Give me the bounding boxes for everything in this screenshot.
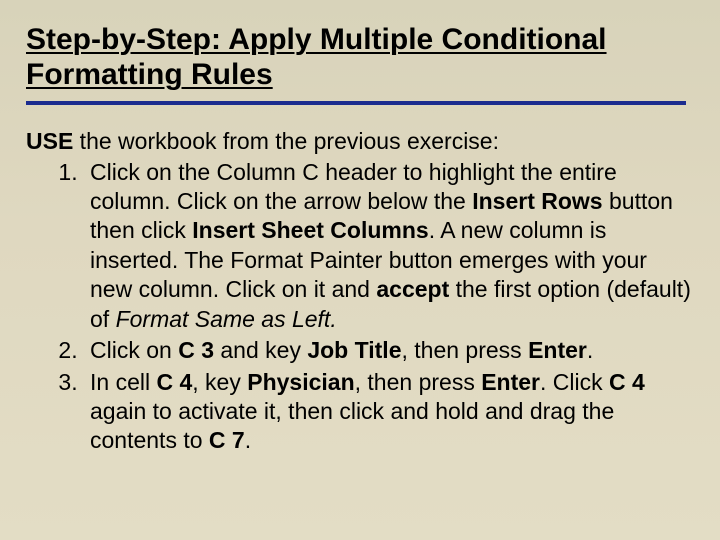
step-text: . bbox=[587, 337, 593, 363]
step-bold: C 4 bbox=[609, 369, 645, 395]
step-text: , key bbox=[192, 369, 247, 395]
step-text: In cell bbox=[90, 369, 156, 395]
intro-lead: USE bbox=[26, 128, 73, 154]
step-text: again to activate it, then click and hol… bbox=[90, 398, 614, 453]
list-item: In cell C 4, key Physician, then press E… bbox=[84, 368, 694, 456]
step-bold: Enter bbox=[528, 337, 587, 363]
step-bold: Job Title bbox=[307, 337, 401, 363]
step-bold: C 3 bbox=[178, 337, 214, 363]
step-bold: Enter bbox=[481, 369, 540, 395]
step-bold: Insert Rows bbox=[472, 188, 602, 214]
step-text: , then press bbox=[355, 369, 482, 395]
page-title: Step-by-Step: Apply Multiple Conditional… bbox=[26, 22, 686, 105]
list-item: Click on the Column C header to highligh… bbox=[84, 158, 694, 335]
step-text: , then press bbox=[402, 337, 529, 363]
step-italic: Format Same as Left. bbox=[116, 306, 337, 332]
step-text: . bbox=[245, 427, 251, 453]
list-item: Click on C 3 and key Job Title, then pre… bbox=[84, 336, 694, 365]
step-text: and key bbox=[214, 337, 307, 363]
step-bold: Insert Sheet Columns bbox=[192, 217, 428, 243]
step-text: . Click bbox=[540, 369, 609, 395]
step-text: Click on bbox=[90, 337, 178, 363]
step-bold: Physician bbox=[247, 369, 354, 395]
step-bold: C 7 bbox=[209, 427, 245, 453]
intro-line: USE the workbook from the previous exerc… bbox=[26, 127, 694, 156]
slide: Step-by-Step: Apply Multiple Conditional… bbox=[0, 0, 720, 540]
intro-rest: the workbook from the previous exercise: bbox=[73, 128, 499, 154]
step-bold: accept bbox=[376, 276, 449, 302]
step-bold: C 4 bbox=[156, 369, 192, 395]
steps-list: Click on the Column C header to highligh… bbox=[26, 158, 694, 456]
